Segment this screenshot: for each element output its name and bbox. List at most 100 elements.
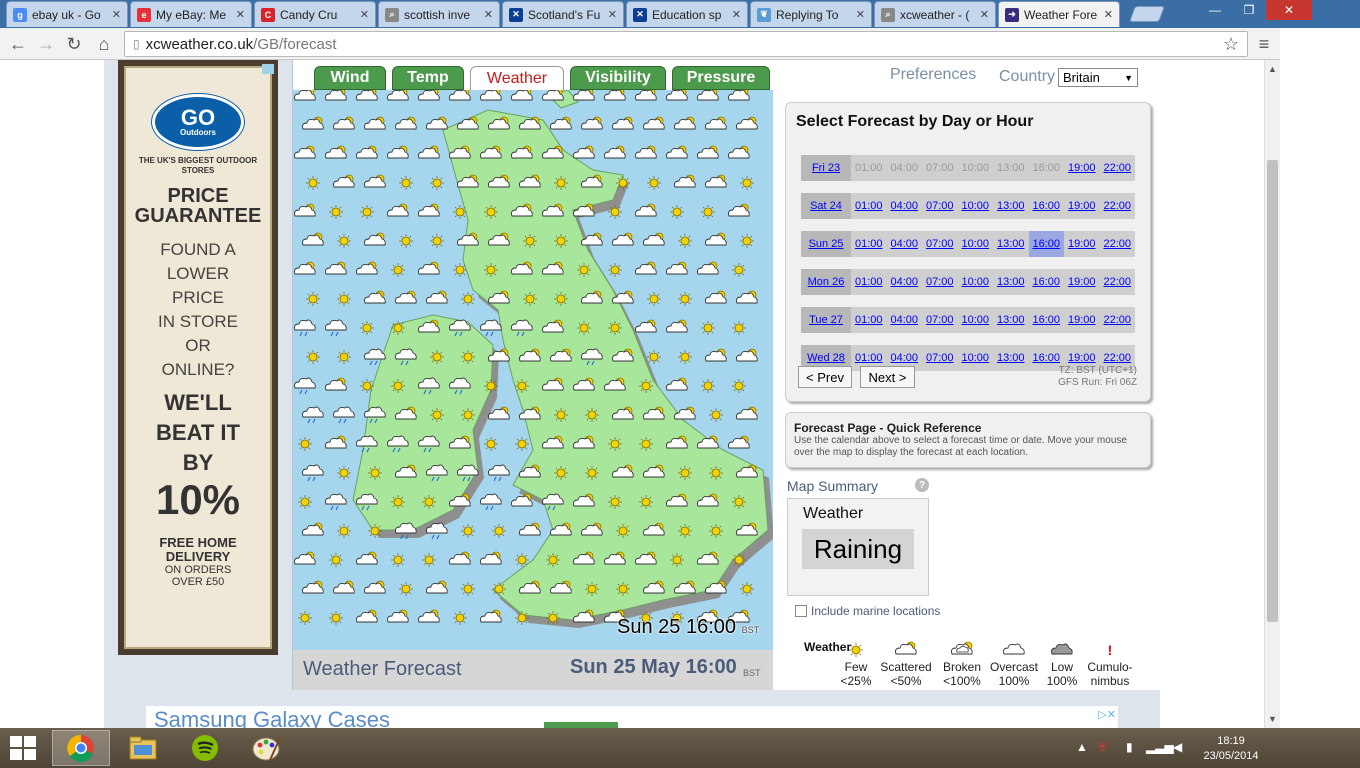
page-scrollbar[interactable]: ▲ ▼ [1264,60,1280,728]
windows-start-icon[interactable] [10,736,38,760]
hour-link[interactable]: 13:00 [993,307,1029,333]
hour-link[interactable]: 16:00 [1029,269,1065,295]
tab-pressure[interactable]: Pressure [672,66,770,90]
volume-icon[interactable]: ◀ [1173,740,1182,754]
tab-visibility[interactable]: Visibility [570,66,666,90]
reload-icon[interactable]: ↻ [62,32,86,56]
browser-tab[interactable]: ✕ Scotland's Fu ✕ [502,1,624,27]
country-select[interactable]: Britain ▼ [1058,68,1138,87]
file-explorer-taskbar-icon[interactable] [114,730,172,766]
maximize-icon[interactable]: ❐ [1232,0,1266,20]
tab-wind[interactable]: Wind [314,66,386,90]
go-outdoors-ad[interactable]: GO Outdoors THE UK'S BIGGEST OUTDOOR STO… [118,60,278,655]
home-icon[interactable]: ⌂ [92,32,116,56]
tab-close-icon[interactable]: ✕ [112,8,121,21]
hour-link[interactable]: 19:00 [1064,193,1100,219]
browser-tab[interactable]: ⌕ xcweather - (✕ [874,1,996,27]
back-arrow-icon[interactable]: ← [6,32,30,56]
tab-close-icon[interactable]: ✕ [980,8,989,21]
day-link[interactable]: Mon 26 [801,269,851,295]
hour-link[interactable]: 16:00 [1029,307,1065,333]
hour-link[interactable]: 01:00 [851,307,887,333]
tab-close-icon[interactable]: ✕ [360,8,369,21]
day-link[interactable]: Fri 23 [801,155,851,181]
hour-link[interactable]: 07:00 [922,307,958,333]
samsung-ad-banner[interactable]: Samsung Galaxy Cases ▷✕ [146,706,1118,728]
adchoices-close-icon[interactable]: ▷✕ [1098,708,1116,721]
hour-link[interactable]: 22:00 [1100,155,1136,181]
hour-link[interactable]: 16:00 [1029,193,1065,219]
tab-weather[interactable]: Weather [470,66,564,92]
hour-link[interactable]: 13:00 [993,345,1029,371]
signal-icon[interactable]: ▂▃▅ [1146,740,1174,754]
browser-tab[interactable]: g ebay uk - Go ✕ [6,1,128,27]
security-tray-icon[interactable]: ⛨ [1098,740,1107,755]
forward-arrow-icon[interactable]: → [34,32,58,56]
tab-close-icon[interactable]: ✕ [608,8,617,21]
hour-link[interactable]: 10:00 [958,269,994,295]
hour-link[interactable]: 04:00 [887,193,923,219]
hour-link[interactable]: 04:00 [887,269,923,295]
minimize-icon[interactable]: — [1198,0,1232,20]
browser-tab[interactable]: C Candy Cru ✕ [254,1,376,27]
tab-close-icon[interactable]: ✕ [1104,8,1113,21]
hour-link[interactable]: 04:00 [887,307,923,333]
hour-link[interactable]: 10:00 [958,231,994,257]
hour-link[interactable]: 10:00 [958,345,994,371]
hour-link[interactable]: 13:00 [993,231,1029,257]
browser-tab[interactable]: e My eBay: Me ✕ [130,1,252,27]
system-clock[interactable]: 18:19 23/05/2014 [1203,734,1259,764]
address-bar[interactable]: ▯ xcweather.co.uk/GB/forecast [124,31,1248,57]
hour-link[interactable]: 13:00 [993,269,1029,295]
hour-link[interactable]: 13:00 [993,193,1029,219]
weather-map[interactable] [293,90,773,650]
hour-link[interactable]: 01:00 [851,231,887,257]
hour-link[interactable]: 07:00 [922,269,958,295]
day-link[interactable]: Sat 24 [801,193,851,219]
tab-temp[interactable]: Temp [392,66,464,90]
hour-link[interactable]: 07:00 [922,193,958,219]
hour-link[interactable]: 10:00 [958,193,994,219]
paint-taskbar-icon[interactable] [238,730,296,766]
hour-link[interactable]: 04:00 [887,231,923,257]
hour-link[interactable]: 22:00 [1100,307,1136,333]
hour-link[interactable]: 19:00 [1064,269,1100,295]
hour-link[interactable]: 10:00 [958,307,994,333]
menu-icon[interactable]: ≡ [1252,32,1276,56]
prev-button[interactable]: < Prev [798,366,852,388]
browser-tab[interactable]: ❦ Replying To ✕ [750,1,872,27]
tab-close-icon[interactable]: ✕ [484,8,493,21]
bookmark-star-icon[interactable]: ☆ [1219,32,1243,56]
chrome-taskbar-icon[interactable] [52,730,110,766]
help-icon[interactable]: ? [915,478,929,492]
spotify-taskbar-icon[interactable] [176,730,234,766]
browser-tab[interactable]: ⌕ scottish inve ✕ [378,1,500,27]
hour-link[interactable]: 22:00 [1100,269,1136,295]
battery-icon[interactable]: ▮ [1126,740,1133,754]
next-button[interactable]: Next > [860,366,915,388]
browser-tab[interactable]: ✕ Education sp ✕ [626,1,748,27]
hour-link[interactable]: 07:00 [922,231,958,257]
preferences-link[interactable]: Preferences [890,66,976,84]
hour-link[interactable]: 01:00 [851,193,887,219]
include-marine-checkbox[interactable]: Include marine locations [795,604,940,618]
hour-link[interactable]: 07:00 [922,345,958,371]
hour-link[interactable]: 01:00 [851,269,887,295]
scroll-up-icon[interactable]: ▲ [1268,64,1277,74]
day-link[interactable]: Tue 27 [801,307,851,333]
tab-close-icon[interactable]: ✕ [856,8,865,21]
close-window-icon[interactable]: ✕ [1266,0,1312,20]
hour-link[interactable]: 19:00 [1064,231,1100,257]
tab-close-icon[interactable]: ✕ [236,8,245,21]
scrollbar-thumb[interactable] [1267,160,1278,622]
hour-link[interactable]: 22:00 [1100,231,1136,257]
browser-tab[interactable]: ➜ Weather Fore ✕ [998,1,1120,27]
tray-expand-icon[interactable]: ▲ [1076,740,1088,754]
hour-link[interactable]: 19:00 [1064,307,1100,333]
checkbox-icon[interactable] [795,605,807,617]
new-tab-button[interactable] [1129,6,1165,22]
hour-link[interactable]: 16:00 [1028,231,1064,257]
day-link[interactable]: Sun 25 [801,231,851,257]
hour-link[interactable]: 19:00 [1064,155,1100,181]
adchoices-icon[interactable] [262,64,274,74]
